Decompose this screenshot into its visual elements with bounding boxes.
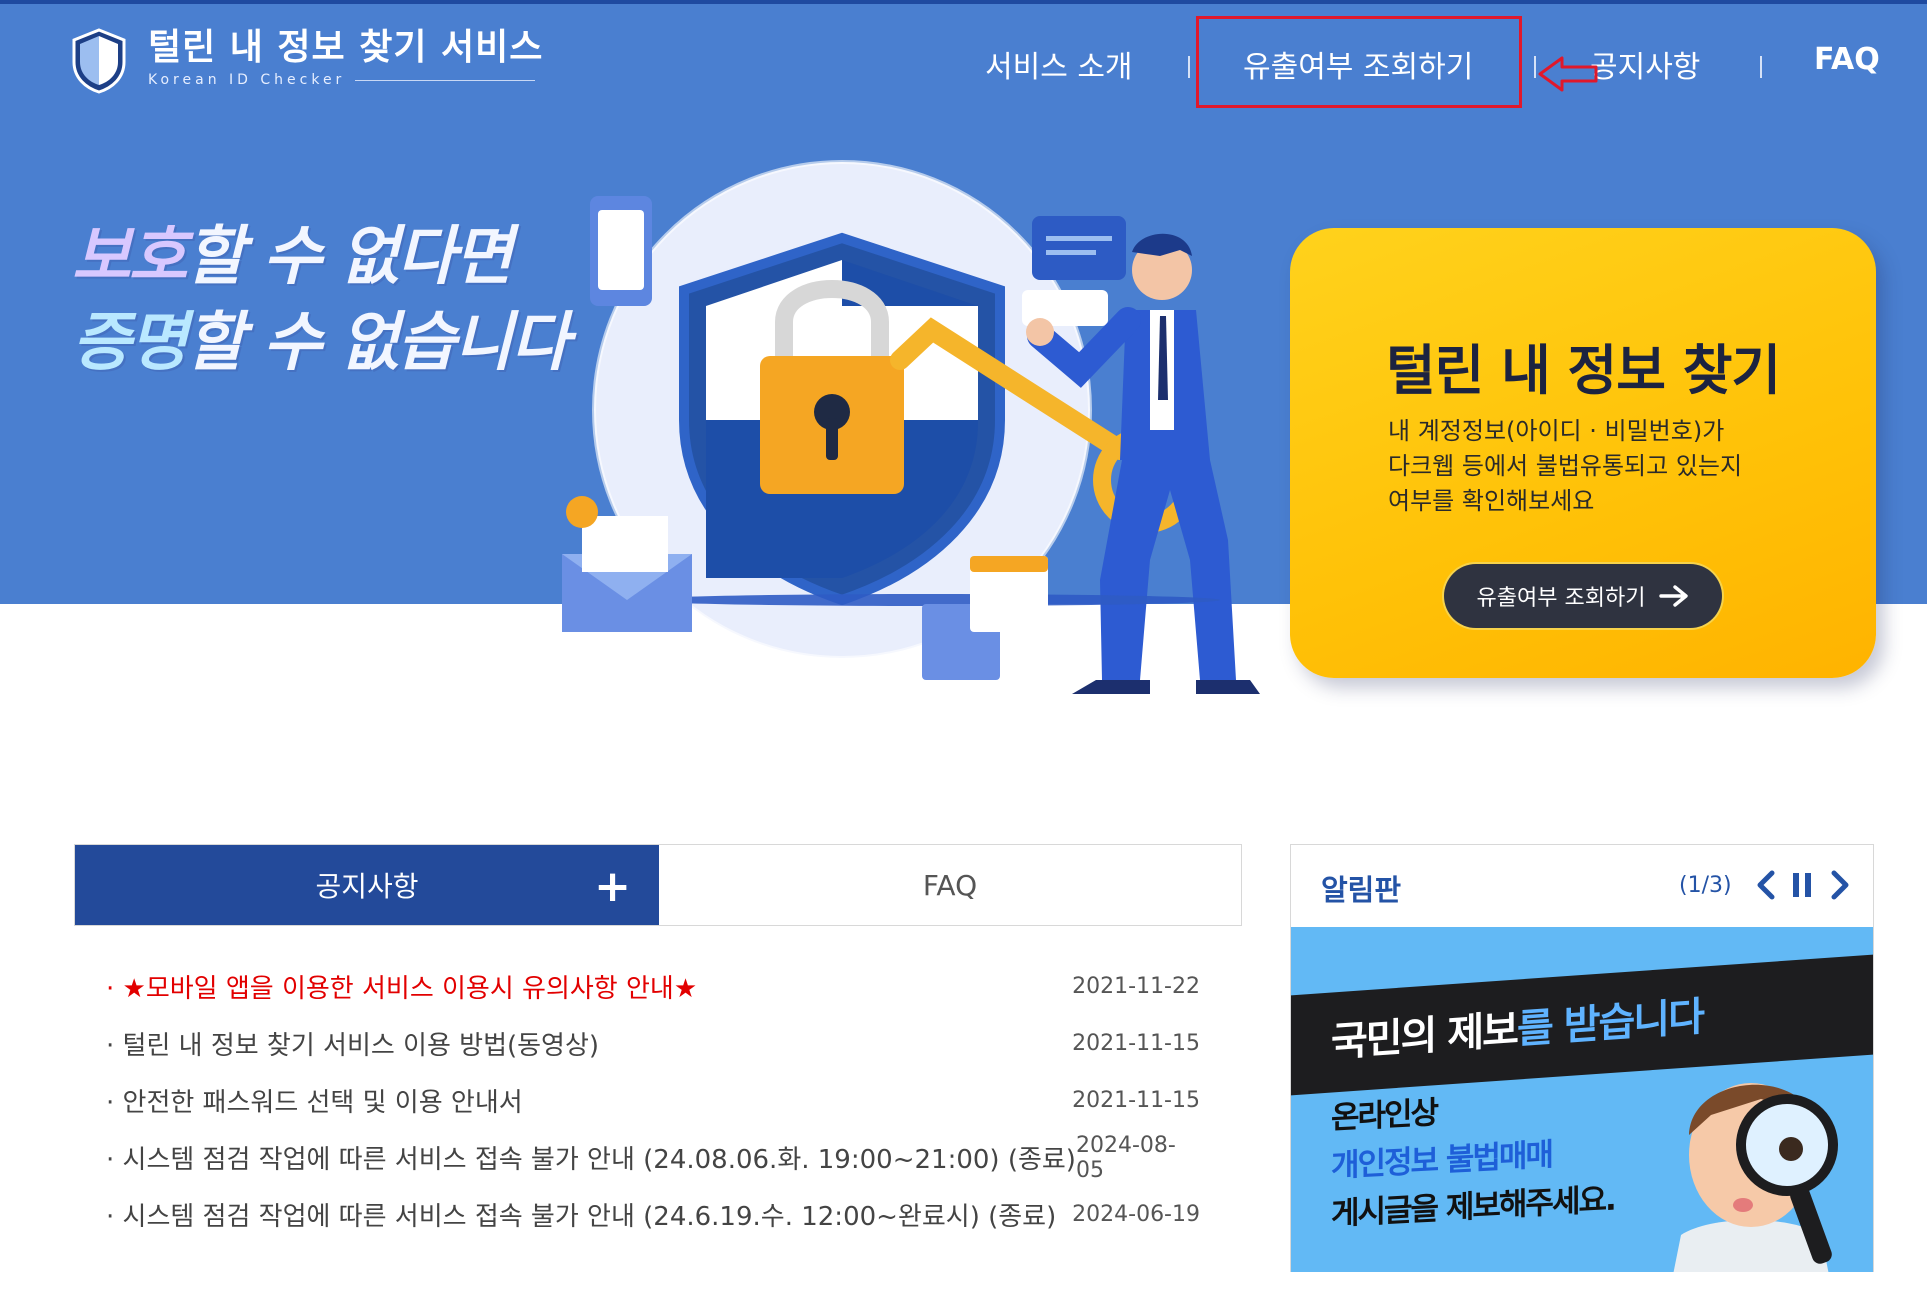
notice-tabs: 공지사항 + FAQ bbox=[74, 844, 1242, 926]
tab-notice-label: 공지사항 bbox=[315, 870, 419, 903]
notice-date: 2024-06-19 bbox=[1072, 1202, 1200, 1227]
leak-check-button-label: 유출여부 조회하기 bbox=[1476, 586, 1646, 611]
tab-faq[interactable]: FAQ bbox=[659, 845, 1241, 925]
red-arrow-icon bbox=[1538, 56, 1598, 92]
list-item[interactable]: · ★모바일 앱을 이용한 서비스 이용시 유의사항 안내★ 2021-11-2… bbox=[106, 958, 1206, 1015]
notice-date: 2024-08-05 bbox=[1075, 1132, 1176, 1183]
list-item[interactable]: · 시스템 점검 작업에 따른 서비스 접속 불가 안내 (24.08.06.화… bbox=[106, 1129, 1206, 1186]
banner-body: 온라인상 개인정보 불법매매 게시글을 제보해주세요. bbox=[1331, 1080, 1615, 1239]
plus-icon[interactable]: + bbox=[594, 861, 631, 912]
slogan-accent-1: 보호 bbox=[72, 219, 188, 294]
board-title: 알림판 bbox=[1321, 873, 1402, 907]
list-item[interactable]: · 시스템 점검 작업에 따른 서비스 접속 불가 안내 (24.6.19.수.… bbox=[106, 1186, 1206, 1243]
nav-faq[interactable]: FAQ bbox=[1814, 42, 1880, 77]
pause-icon[interactable] bbox=[1785, 865, 1819, 905]
card-description: 내 계정정보(아이디 · 비밀번호)가 다크웹 등에서 불법유통되고 있는지 여… bbox=[1388, 417, 1743, 515]
tab-notice[interactable]: 공지사항 + bbox=[75, 845, 659, 925]
notice-board: 알림판 (1/3) 국민의 제보를 받습니다 온라인상 개인정보 불법매매 게시… bbox=[1290, 844, 1874, 1272]
chevron-left-icon[interactable] bbox=[1749, 865, 1783, 905]
list-item[interactable]: · 안전한 패스워드 선택 및 이용 안내서 2021-11-15 bbox=[106, 1072, 1206, 1129]
hero-slogan: 보호할 수 없다면 증명할 수 없습니다 bbox=[72, 214, 602, 386]
magnifier-person-illustration bbox=[1673, 1083, 1838, 1272]
main-nav: 서비스 소개 유출여부 조회하기 공지사항 FAQ bbox=[0, 34, 1927, 94]
notice-title[interactable]: · 털린 내 정보 찾기 서비스 이용 방법(동영상) bbox=[106, 1025, 599, 1062]
list-item[interactable]: · 털린 내 정보 찾기 서비스 이용 방법(동영상) 2021-11-15 bbox=[106, 1015, 1206, 1072]
notice-title[interactable]: · 시스템 점검 작업에 따른 서비스 접속 불가 안내 (24.08.06.화… bbox=[106, 1139, 1076, 1176]
report-banner[interactable]: 국민의 제보를 받습니다 온라인상 개인정보 불법매매 게시글을 제보해주세요. bbox=[1291, 927, 1873, 1272]
notice-title[interactable]: · 안전한 패스워드 선택 및 이용 안내서 bbox=[106, 1082, 523, 1119]
leak-check-card: 털린 내 정보 찾기 내 계정정보(아이디 · 비밀번호)가 다크웹 등에서 불… bbox=[1290, 228, 1876, 678]
arrow-right-icon bbox=[1659, 585, 1689, 607]
nav-service-intro[interactable]: 서비스 소개 bbox=[985, 42, 1133, 86]
nav-divider bbox=[1760, 56, 1762, 78]
security-illustration bbox=[562, 160, 1260, 694]
notice-title[interactable]: · ★모바일 앱을 이용한 서비스 이용시 유의사항 안내★ bbox=[106, 968, 697, 1005]
highlight-box bbox=[1196, 16, 1522, 108]
notice-list: · ★모바일 앱을 이용한 서비스 이용시 유의사항 안내★ 2021-11-2… bbox=[106, 958, 1206, 1243]
notice-date: 2021-11-15 bbox=[1072, 1031, 1200, 1056]
slogan-rest-2: 할 수 없습니다 bbox=[185, 305, 570, 380]
slogan-rest-1: 할 수 없다면 bbox=[185, 219, 513, 294]
slogan-accent-2: 증명 bbox=[72, 305, 188, 380]
nav-divider bbox=[1188, 56, 1190, 78]
board-header: 알림판 (1/3) bbox=[1291, 845, 1873, 927]
tab-faq-label: FAQ bbox=[922, 868, 978, 902]
slogan-line-2: 증명할 수 없습니다 bbox=[72, 300, 602, 386]
nav-notice[interactable]: 공지사항 bbox=[1590, 42, 1700, 86]
notice-date: 2021-11-15 bbox=[1072, 1088, 1200, 1113]
nav-divider bbox=[1534, 56, 1536, 78]
notice-date: 2021-11-22 bbox=[1072, 974, 1200, 999]
slogan-line-1: 보호할 수 없다면 bbox=[72, 214, 602, 300]
card-title: 털린 내 정보 찾기 bbox=[1385, 339, 1781, 402]
board-page-count: (1/3) bbox=[1679, 873, 1732, 898]
leak-check-button[interactable]: 유출여부 조회하기 bbox=[1444, 564, 1722, 628]
notice-title[interactable]: · 시스템 점검 작업에 따른 서비스 접속 불가 안내 (24.6.19.수.… bbox=[106, 1196, 1056, 1233]
chevron-right-icon[interactable] bbox=[1823, 865, 1857, 905]
